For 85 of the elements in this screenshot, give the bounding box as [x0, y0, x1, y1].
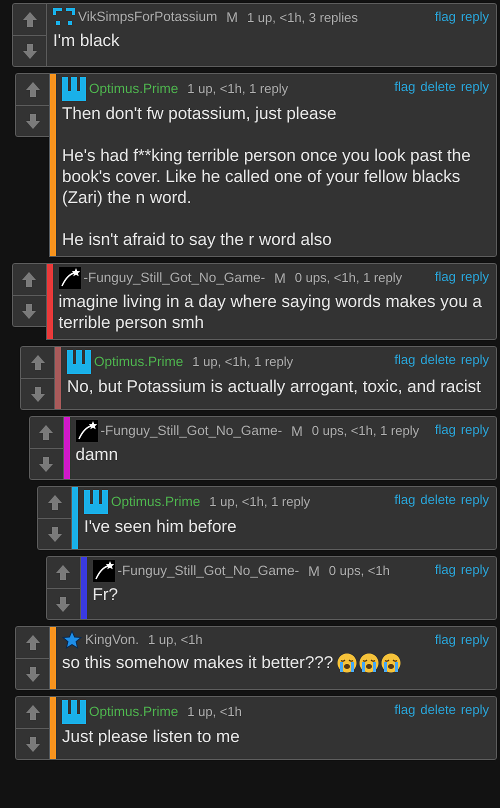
- upvote-icon: [20, 10, 38, 29]
- comment-text: He isn't afraid to say the r word also: [62, 229, 333, 250]
- castle-avatar-icon: [84, 490, 108, 514]
- downvote-icon: [28, 384, 46, 404]
- action-link[interactable]: flag: [434, 267, 456, 286]
- username-link[interactable]: KingVon.: [85, 630, 140, 650]
- action-link[interactable]: reply: [460, 267, 489, 286]
- comment-meta: 1 up, <1h: [148, 631, 203, 650]
- crying-face-icon: [381, 652, 402, 673]
- username-link[interactable]: Optimus.Prime: [111, 492, 200, 512]
- upvote-icon: [24, 703, 42, 722]
- comment-text: damn: [76, 444, 120, 465]
- username-link[interactable]: -Funguy_Still_Got_No_Game-: [84, 268, 266, 288]
- comment-text: Just please listen to me: [62, 726, 241, 747]
- comet-avatar-icon: [58, 267, 80, 289]
- action-link[interactable]: flag: [394, 700, 416, 720]
- upvote-icon: [24, 633, 42, 652]
- comment-text: Fr?: [92, 584, 119, 605]
- action-link[interactable]: reply: [460, 490, 489, 510]
- mod-label: M: [308, 562, 320, 580]
- downvote-icon: [20, 302, 38, 320]
- comment-text: imagine living in a day where saying words makes you a terrible person smh: [58, 291, 483, 333]
- comment-text: I'm black: [53, 30, 121, 51]
- upvote-icon: [37, 423, 55, 442]
- username-link[interactable]: Optimus.Prime: [94, 352, 184, 372]
- action-link[interactable]: delete: [420, 700, 456, 720]
- action-link[interactable]: flag: [434, 420, 456, 440]
- action-link[interactable]: reply: [460, 700, 489, 720]
- downvote-icon: [46, 524, 64, 544]
- action-link[interactable]: reply: [460, 77, 489, 96]
- comment-meta: 1 up, <1h, 1 reply: [192, 353, 294, 372]
- username-link[interactable]: VikSimpsForPotassium: [78, 7, 218, 28]
- comment-text: He's had f**king terrible person once you look past the book's cover. Like he called one of your fellow blacks (Zari) the n word.: [62, 145, 472, 208]
- downvote-icon: [24, 112, 42, 130]
- downvote-icon: [54, 594, 72, 614]
- comment-text: No, but Potassium is actually arrogant, toxic, and racist: [67, 376, 482, 397]
- action-link[interactable]: delete: [420, 490, 456, 510]
- mod-label: M: [291, 422, 303, 440]
- downvote-icon: [37, 454, 55, 474]
- username-link[interactable]: -Funguy_Still_Got_No_Game-: [118, 560, 300, 582]
- action-link[interactable]: reply: [460, 420, 489, 440]
- castle-avatar-icon: [62, 77, 86, 101]
- action-link[interactable]: delete: [420, 77, 456, 96]
- comment-text: so this somehow makes it better???: [62, 652, 334, 674]
- username-link[interactable]: Optimus.Prime: [89, 702, 178, 722]
- downvote-icon: [20, 42, 38, 60]
- comet-avatar-icon: [92, 560, 114, 582]
- castle-avatar-icon: [67, 350, 91, 374]
- comment-meta: 0 ups, <1h: [328, 562, 390, 580]
- comment-text: Then don't fw potassium, just please: [62, 103, 338, 124]
- upvote-icon: [20, 270, 38, 289]
- username-link[interactable]: Optimus.Prime: [89, 78, 178, 100]
- star-avatar-icon: [62, 630, 82, 650]
- upvote-icon: [24, 80, 42, 99]
- upvote-icon: [54, 563, 72, 582]
- action-link[interactable]: reply: [460, 350, 489, 370]
- crying-face-icon: [337, 652, 358, 673]
- comment-meta: 1 up, <1h: [187, 703, 242, 722]
- action-link[interactable]: reply: [460, 630, 489, 650]
- crying-face-icon: [359, 652, 380, 673]
- username-link[interactable]: -Funguy_Still_Got_No_Game-: [100, 420, 282, 442]
- comment-meta: 1 up, <1h, 1 reply: [209, 493, 310, 512]
- comment-meta: 1 up, <1h, 1 reply: [187, 80, 288, 98]
- action-link[interactable]: reply: [460, 7, 489, 26]
- comment-meta: 0 ups, <1h, 1 reply: [312, 422, 420, 440]
- downvote-icon: [24, 664, 42, 684]
- action-link[interactable]: reply: [460, 560, 489, 580]
- comment-meta: 1 up, <1h, 3 replies: [246, 8, 358, 27]
- action-link[interactable]: delete: [420, 350, 456, 370]
- grid-avatar-icon: [53, 8, 75, 28]
- comment-text: I've seen him before: [84, 516, 238, 537]
- action-link[interactable]: flag: [434, 630, 456, 650]
- action-link[interactable]: flag: [394, 77, 416, 96]
- action-link[interactable]: flag: [434, 7, 456, 26]
- action-link[interactable]: flag: [394, 490, 416, 510]
- mod-label: M: [274, 268, 286, 288]
- upvote-icon: [28, 353, 46, 372]
- mod-label: M: [226, 8, 238, 27]
- action-link[interactable]: flag: [434, 560, 456, 580]
- comment-meta: 0 ups, <1h, 1 reply: [294, 269, 402, 288]
- downvote-icon: [24, 734, 42, 754]
- castle-avatar-icon: [62, 700, 86, 724]
- comet-avatar-icon: [76, 420, 98, 442]
- action-link[interactable]: flag: [394, 350, 416, 370]
- upvote-icon: [46, 493, 64, 512]
